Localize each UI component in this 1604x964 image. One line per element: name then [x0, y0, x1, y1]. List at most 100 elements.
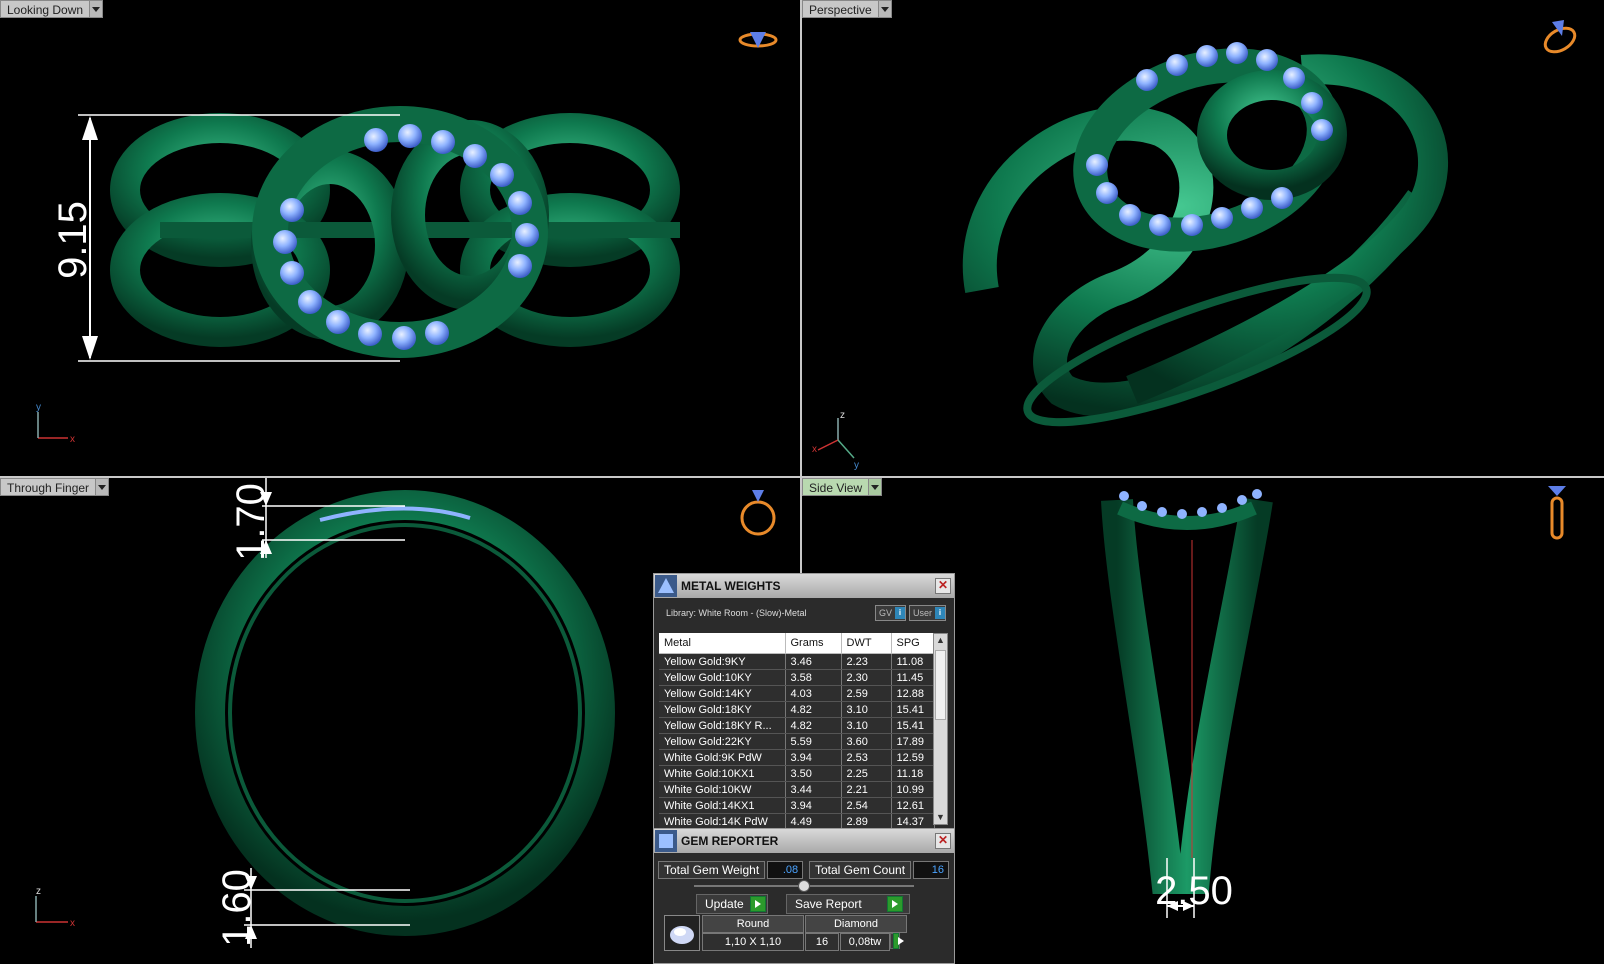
table-cell: 12.88: [891, 685, 935, 702]
gem-reporter-titlebar[interactable]: GEM REPORTER ✕: [654, 829, 954, 853]
gem-weight: 0,08tw: [840, 933, 890, 951]
viewport-label-looking-down[interactable]: Looking Down: [0, 0, 104, 18]
table-cell: 3.10: [841, 717, 892, 734]
viewport-label-through-finger[interactable]: Through Finger: [0, 478, 110, 496]
metal-weights-icon: [655, 575, 677, 597]
viewport-label-perspective[interactable]: Perspective: [802, 0, 892, 18]
chevron-down-icon[interactable]: [878, 0, 892, 18]
table-cell: 3.46: [785, 653, 842, 670]
gem-go-button[interactable]: [890, 933, 904, 949]
table-cell: 2.53: [841, 749, 892, 766]
table-cell: Yellow Gold:10KY: [659, 669, 786, 686]
table-cell: 2.25: [841, 765, 892, 782]
table-cell: 11.45: [891, 669, 935, 686]
chevron-down-icon[interactable]: [96, 478, 110, 496]
close-icon[interactable]: ✕: [935, 833, 951, 849]
column-header-metal[interactable]: Metal: [659, 633, 786, 654]
table-cell: 2.23: [841, 653, 892, 670]
view-cube-icon[interactable]: [738, 32, 778, 48]
gv-toggle[interactable]: GV i: [874, 605, 906, 621]
total-gem-count: Total Gem Count 16: [809, 861, 950, 879]
table-cell: 5.59: [785, 733, 842, 750]
table-cell: 2.30: [841, 669, 892, 686]
dimension-bottom-thickness: 1.60: [215, 869, 259, 947]
table-row[interactable]: Yellow Gold:10KY 3.58 2.30 11.45: [659, 669, 935, 686]
dimension-side-width: 2.50: [1155, 869, 1233, 913]
table-row[interactable]: Yellow Gold:18KY 4.82 3.10 15.41: [659, 701, 935, 718]
table-cell: 11.08: [891, 653, 935, 670]
chevron-down-icon[interactable]: [90, 0, 104, 18]
chevron-down-icon[interactable]: [869, 478, 883, 496]
table-cell: 11.18: [891, 765, 935, 782]
table-cell: Yellow Gold:9KY: [659, 653, 786, 670]
scroll-thumb: [935, 650, 946, 720]
user-toggle[interactable]: User i: [908, 605, 946, 621]
table-cell: 15.41: [891, 701, 935, 718]
scroll-down-icon: ▼: [936, 812, 945, 822]
gem-reporter-icon: [655, 830, 677, 852]
update-button[interactable]: Update: [696, 894, 768, 914]
view-cube-icon[interactable]: [1541, 20, 1579, 57]
viewport-splitter-horizontal[interactable]: [0, 476, 1604, 478]
gem-size: 1,10 X 1,10: [702, 933, 804, 951]
table-cell: 10.99: [891, 781, 935, 798]
axis-indicator: x z: [35, 886, 75, 929]
table-row[interactable]: White Gold:10KW 3.44 2.21 10.99: [659, 781, 935, 798]
column-header-dwt[interactable]: DWT: [841, 633, 892, 654]
table-row[interactable]: Yellow Gold:14KY 4.03 2.59 12.88: [659, 685, 935, 702]
metal-weights-titlebar[interactable]: METAL WEIGHTS ✕: [654, 574, 954, 598]
viewport-looking-down[interactable]: 9.15 x y Looking Down: [0, 0, 800, 476]
table-cell: 17.89: [891, 733, 935, 750]
table-cell: 3.10: [841, 701, 892, 718]
svg-text:y: y: [36, 402, 41, 413]
table-cell: 3.58: [785, 669, 842, 686]
close-icon[interactable]: ✕: [935, 578, 951, 594]
table-cell: 15.41: [891, 717, 935, 734]
round-gem-icon: [664, 915, 700, 951]
table-row[interactable]: White Gold:9K PdW 3.94 2.53 12.59: [659, 749, 935, 766]
gem-count: 16: [805, 933, 839, 951]
table-row[interactable]: Yellow Gold:18KY R... 4.82 3.10 15.41: [659, 717, 935, 734]
ring-perspective-view: z x y: [812, 20, 1579, 471]
view-cube-icon[interactable]: [740, 490, 776, 536]
save-report-button[interactable]: Save Report: [786, 894, 910, 914]
table-cell: 12.59: [891, 749, 935, 766]
table-row[interactable]: White Gold:14KX1 3.94 2.54 12.61: [659, 797, 935, 814]
slider-track[interactable]: [694, 880, 914, 892]
play-icon: [887, 896, 903, 912]
svg-text:z: z: [840, 410, 845, 421]
table-scrollbar[interactable]: ▲ ▼: [933, 633, 948, 825]
ring-top-view: 9.15 x y: [36, 32, 778, 445]
metal-weights-panel: METAL WEIGHTS ✕ Library: White Room - (S…: [653, 573, 955, 830]
gem-list-row[interactable]: Round Diamond 1,10 X 1,10 16 0,08tw: [664, 915, 920, 951]
table-cell: White Gold:9K PdW: [659, 749, 786, 766]
viewport-label-side-view[interactable]: Side View: [802, 478, 883, 496]
column-header-spg[interactable]: SPG: [891, 633, 935, 654]
table-cell: 2.54: [841, 797, 892, 814]
table-cell: White Gold:10KW: [659, 781, 786, 798]
table-row[interactable]: White Gold:10KX1 3.50 2.25 11.18: [659, 765, 935, 782]
viewport-perspective[interactable]: z x y Perspective: [802, 0, 1604, 476]
table-row[interactable]: Yellow Gold:22KY 5.59 3.60 17.89: [659, 733, 935, 750]
table-cell: 4.82: [785, 701, 842, 718]
gem-type: Diamond: [805, 915, 907, 933]
play-icon: [893, 933, 904, 949]
slider-handle[interactable]: [798, 880, 810, 892]
play-icon: [749, 896, 766, 912]
table-cell: 12.61: [891, 797, 935, 814]
table-cell: 2.21: [841, 781, 892, 798]
table-cell: Yellow Gold:22KY: [659, 733, 786, 750]
table-cell: White Gold:10KX1: [659, 765, 786, 782]
table-row[interactable]: Yellow Gold:9KY 3.46 2.23 11.08: [659, 653, 935, 670]
gem-shape: Round: [702, 915, 804, 933]
total-gem-weight-value: .08: [767, 861, 804, 879]
library-label: Library: White Room - (Slow)-Metal: [666, 608, 807, 618]
scroll-up-icon: ▲: [936, 635, 945, 645]
table-cell: Yellow Gold:18KY: [659, 701, 786, 718]
axis-indicator: x y: [36, 402, 75, 445]
svg-text:z: z: [36, 886, 41, 897]
column-header-grams[interactable]: Grams: [785, 633, 842, 654]
metal-weights-table: Metal Grams DWT SPG Yellow Gold:9KY 3.46 2.23…: [659, 633, 935, 830]
view-cube-icon[interactable]: [1548, 486, 1566, 540]
table-cell: 4.82: [785, 717, 842, 734]
